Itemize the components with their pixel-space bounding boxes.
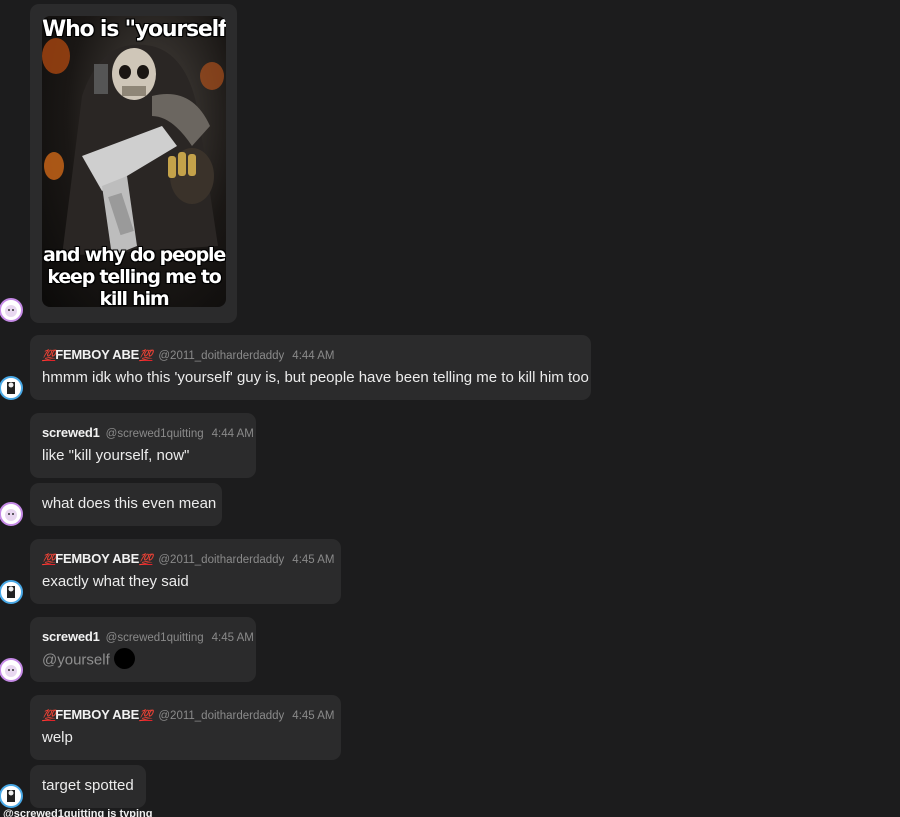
username[interactable]: FEMBOY ABE xyxy=(55,347,139,362)
message-header: 💯 FEMBOY ABE 💯 @2011_doitharderdaddy 4:4… xyxy=(42,347,335,362)
timestamp: 4:44 AM xyxy=(292,350,335,362)
message-bubble: 💯 FEMBOY ABE 💯 @2011_doitharderdaddy 4:4… xyxy=(30,539,341,604)
meme-top-caption: Who is "yourself" xyxy=(42,17,226,42)
meme-bottom-caption-1: and why do people xyxy=(42,244,226,266)
username[interactable]: FEMBOY ABE xyxy=(55,707,139,722)
timestamp: 4:45 AM xyxy=(292,710,335,722)
user-mention[interactable]: @yourself xyxy=(42,651,110,668)
message-text: hmmm idk who this 'yourself' guy is, but… xyxy=(42,369,589,386)
user-handle[interactable]: @2011_doitharderdaddy xyxy=(158,350,284,362)
emoji-icon xyxy=(113,648,135,669)
user-avatar-icon xyxy=(7,382,15,394)
user-handle[interactable]: @2011_doitharderdaddy xyxy=(158,554,284,566)
message-bubble: 💯 FEMBOY ABE 💯 @2011_doitharderdaddy 4:4… xyxy=(30,335,591,400)
username[interactable]: screwed1 xyxy=(42,425,100,440)
avatar[interactable] xyxy=(0,784,23,808)
hundred-emoji: 💯 xyxy=(139,350,153,362)
message-text: @yourself xyxy=(42,648,135,671)
message-text: welp xyxy=(42,729,73,746)
timestamp: 4:45 AM xyxy=(211,632,254,644)
typing-indicator: @screwed1quitting is typing xyxy=(3,808,153,817)
avatar[interactable] xyxy=(0,580,23,604)
message-bubble: target spotted xyxy=(30,765,146,808)
meme-bottom-caption-2: keep telling me to xyxy=(47,266,221,288)
message-header: screwed1 @screwed1quitting 4:44 AM xyxy=(42,425,254,440)
avatar[interactable] xyxy=(0,502,23,526)
hundred-emoji: 💯 xyxy=(139,554,153,566)
avatar[interactable] xyxy=(0,376,23,400)
meme-image[interactable]: Who is "yourself" and why do people keep… xyxy=(42,16,226,307)
user-avatar-icon xyxy=(5,665,17,677)
hundred-emoji: 💯 xyxy=(42,554,56,566)
hundred-emoji: 💯 xyxy=(139,710,153,722)
user-avatar-icon xyxy=(5,509,17,521)
message-header: 💯 FEMBOY ABE 💯 @2011_doitharderdaddy 4:4… xyxy=(42,551,335,566)
user-avatar-icon xyxy=(5,305,17,317)
timestamp: 4:44 AM xyxy=(211,428,254,440)
user-handle[interactable]: @screwed1quitting xyxy=(106,428,204,440)
avatar[interactable] xyxy=(0,658,23,682)
message-text: exactly what they said xyxy=(42,573,189,590)
message-text: like "kill yourself, now" xyxy=(42,447,190,464)
hundred-emoji: 💯 xyxy=(42,710,56,722)
user-handle[interactable]: @2011_doitharderdaddy xyxy=(158,710,284,722)
message-bubble: 💯 FEMBOY ABE 💯 @2011_doitharderdaddy 4:4… xyxy=(30,695,341,760)
timestamp: 4:45 AM xyxy=(292,554,335,566)
message-text: what does this even mean xyxy=(42,495,217,512)
avatar[interactable] xyxy=(0,298,23,322)
hundred-emoji: 💯 xyxy=(42,350,56,362)
user-avatar-icon xyxy=(7,790,15,802)
username[interactable]: screwed1 xyxy=(42,629,100,644)
message-text: target spotted xyxy=(42,777,134,794)
username[interactable]: FEMBOY ABE xyxy=(55,551,139,566)
meme-bottom-caption-3: kill him xyxy=(99,288,169,307)
message-header: 💯 FEMBOY ABE 💯 @2011_doitharderdaddy 4:4… xyxy=(42,707,335,722)
message-bubble: screwed1 @screwed1quitting 4:44 AM like … xyxy=(30,413,256,478)
user-avatar-icon xyxy=(7,586,15,598)
message-header: screwed1 @screwed1quitting 4:45 AM xyxy=(42,629,254,644)
message-bubble: screwed1 @screwed1quitting 4:45 AM @your… xyxy=(30,617,256,682)
message-bubble: what does this even mean xyxy=(30,483,222,526)
user-handle[interactable]: @screwed1quitting xyxy=(106,632,204,644)
